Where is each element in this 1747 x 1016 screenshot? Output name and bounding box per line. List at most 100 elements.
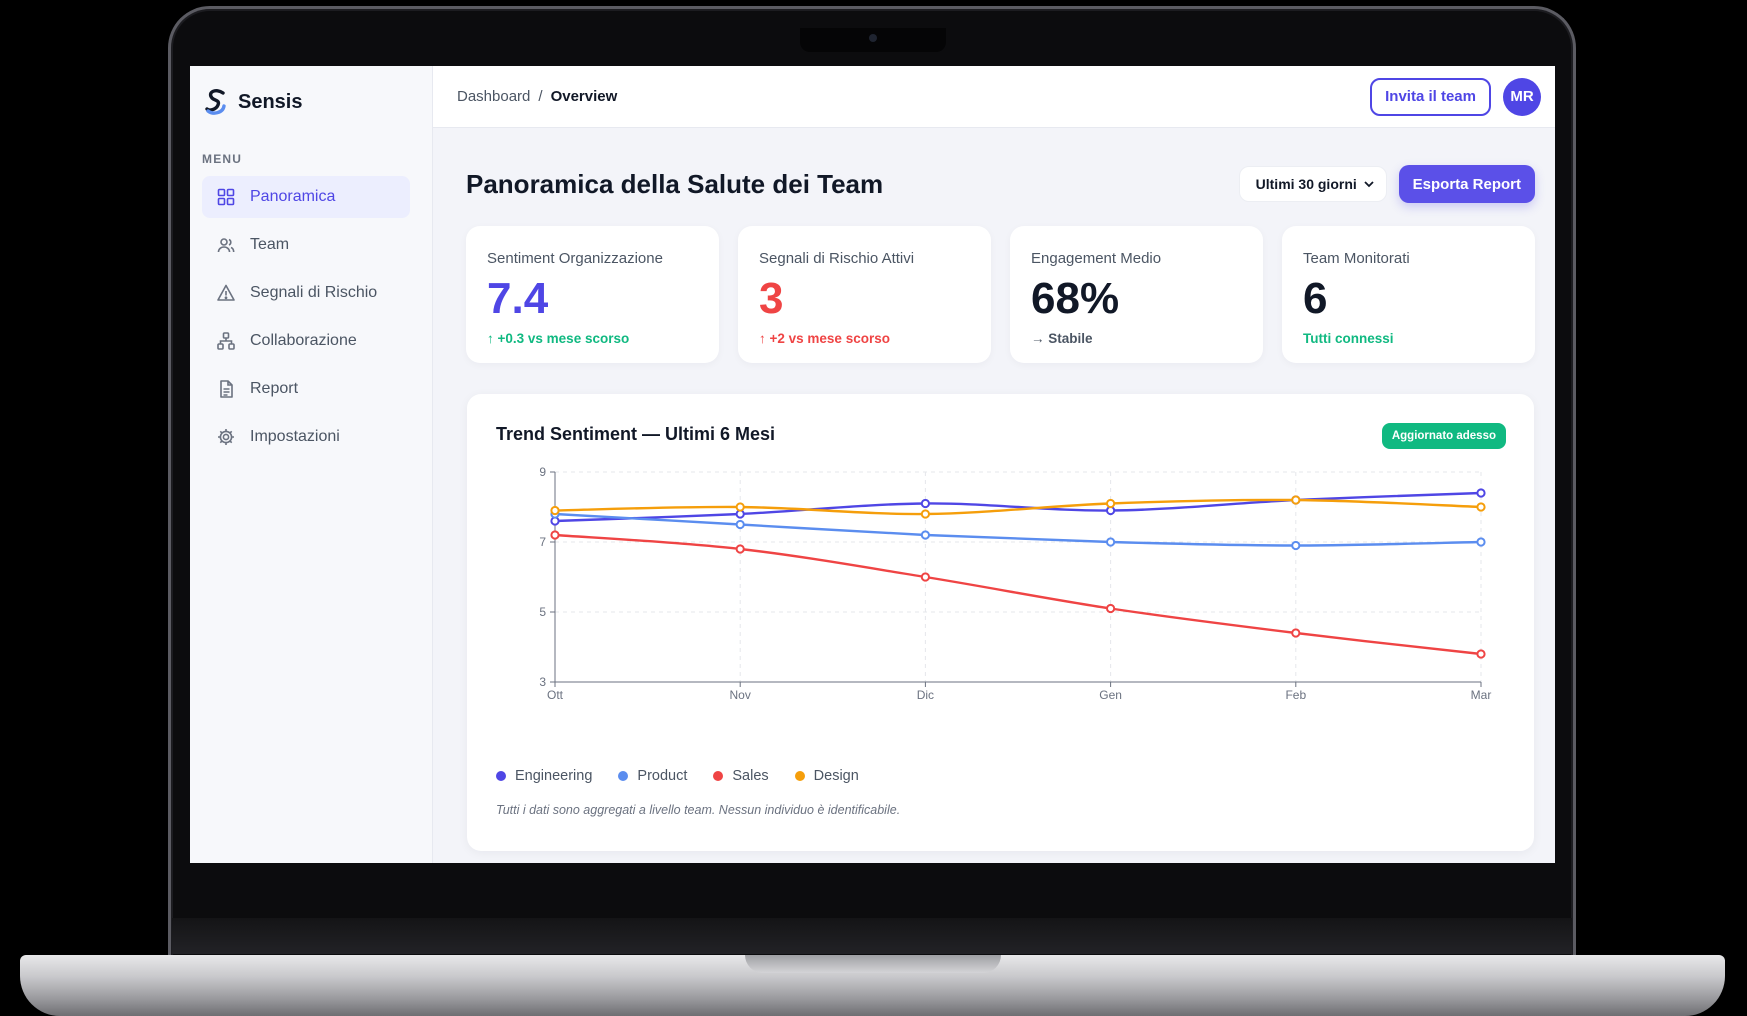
brand-name: Sensis	[238, 90, 303, 113]
legend-dot	[618, 771, 629, 781]
kpi-card-risk-signals: Segnali di Rischio Attivi 3 ↑ +2 vs mese…	[738, 226, 991, 363]
legend-item-design[interactable]: Design	[794, 768, 859, 784]
series-line-sales	[554, 533, 1482, 656]
kpi-label: Sentiment Organizzazione	[487, 250, 663, 267]
export-report-button[interactable]: Esporta Report	[1398, 165, 1535, 203]
app-screen: Sensis MENU Panoramica Team Segnali di R…	[190, 66, 1555, 863]
kpi-delta: → Stabile	[1031, 331, 1093, 346]
network-icon	[216, 331, 236, 351]
sidebar-item-panoramica[interactable]: Panoramica	[202, 176, 410, 218]
users-icon	[216, 235, 236, 255]
sidebar-item-impostazioni[interactable]: Impostazioni	[202, 416, 410, 458]
kpi-label: Team Monitorati	[1303, 250, 1410, 267]
avatar[interactable]: MR	[1503, 77, 1541, 116]
y-tick-label: 5	[539, 605, 546, 619]
data-point-sales	[735, 544, 745, 554]
data-point-sales	[1106, 603, 1116, 614]
laptop-bezel-bottom	[172, 918, 1572, 954]
data-point-design	[1291, 495, 1301, 505]
y-tick-label: 9	[539, 465, 546, 479]
kpi-value: 6	[1303, 274, 1328, 323]
sidebar-item-label: Panoramica	[250, 188, 336, 205]
data-point-sales	[1476, 649, 1486, 659]
legend-label: Product	[637, 768, 688, 784]
topbar: Dashboard / Overview Invita il team MR	[433, 66, 1555, 128]
kpi-label: Engagement Medio	[1031, 250, 1162, 267]
kpi-label: Segnali di Rischio Attivi	[759, 250, 915, 267]
legend-item-engineering[interactable]: Engineering	[496, 768, 592, 784]
x-tick-label: Gen	[1099, 688, 1122, 702]
sentiment-line-chart: 3 5 7 9 Ott Nov Dic Gen Feb Mar	[539, 465, 1492, 702]
kpi-value: 68%	[1031, 274, 1120, 323]
data-point-design	[1476, 502, 1486, 512]
data-point-product	[735, 519, 745, 530]
x-tick-label: Dic	[917, 688, 934, 702]
status-badge: Aggiornato adesso	[1381, 423, 1506, 449]
sidebar-item-segnali-di-rischio[interactable]: Segnali di Rischio	[202, 272, 410, 314]
legend-dot	[496, 771, 506, 781]
page-title: Panoramica della Salute dei Team	[466, 168, 884, 199]
x-tick-label: Feb	[1285, 688, 1306, 702]
sidebar-item-label: Collaborazione	[250, 332, 357, 349]
date-range-select[interactable]: Ultimi 30 giorni	[1238, 166, 1387, 202]
data-point-sales	[550, 530, 560, 540]
data-point-engineering	[1476, 488, 1486, 498]
grid-icon	[216, 187, 236, 207]
data-point-product	[920, 530, 930, 540]
chart-legend: Engineering Product Sales Design	[496, 768, 859, 784]
chevron-down-icon	[1364, 181, 1374, 188]
privacy-footnote: Tutti i dati sono aggregati a livello te…	[496, 803, 901, 817]
kpi-delta: Tutti connessi	[1303, 331, 1394, 346]
breadcrumb: Dashboard / Overview	[457, 88, 1370, 105]
data-point-sales	[1291, 628, 1301, 638]
y-tick-label: 3	[539, 675, 546, 689]
kpi-row: Sentiment Organizzazione 7.4 ↑ +0.3 vs m…	[433, 226, 1555, 363]
data-point-design	[1106, 498, 1116, 509]
main-content: Dashboard / Overview Invita il team MR P…	[433, 66, 1555, 863]
sidebar-item-label: Report	[250, 380, 299, 397]
legend-item-sales[interactable]: Sales	[713, 768, 769, 784]
camera-icon	[869, 34, 877, 42]
data-point-design	[550, 505, 560, 516]
kpi-delta: ↑ +2 vs mese scorso	[759, 331, 890, 346]
menu-label: MENU	[202, 152, 243, 166]
page-header: Panoramica della Salute dei Team Ultimi …	[433, 164, 1555, 204]
kpi-delta: ↑ +0.3 vs mese scorso	[487, 331, 630, 346]
data-point-product	[1106, 537, 1116, 547]
kpi-card-teams-monitored: Team Monitorati 6 Tutti connessi	[1282, 226, 1535, 363]
date-range-value: Ultimi 30 giorni	[1255, 176, 1357, 192]
document-icon	[216, 379, 236, 399]
legend-dot	[713, 771, 724, 781]
sidebar-item-collaborazione[interactable]: Collaborazione	[202, 320, 410, 362]
sensis-logo-icon	[205, 89, 226, 115]
breadcrumb-overview: Overview	[550, 88, 618, 105]
brand[interactable]: Sensis	[190, 84, 432, 120]
breadcrumb-dashboard[interactable]: Dashboard	[457, 88, 530, 105]
x-tick-label: Ott	[547, 688, 564, 702]
legend-label: Engineering	[515, 768, 593, 784]
data-point-design	[735, 502, 745, 512]
legend-item-product[interactable]: Product	[618, 768, 687, 784]
sidebar-item-label: Impostazioni	[250, 428, 340, 445]
alert-triangle-icon	[216, 283, 236, 303]
kpi-value: 3	[759, 274, 784, 323]
data-point-product	[1476, 537, 1486, 547]
kpi-value: 7.4	[487, 274, 549, 323]
sidebar: Sensis MENU Panoramica Team Segnali di R…	[190, 66, 433, 863]
kpi-card-sentiment: Sentiment Organizzazione 7.4 ↑ +0.3 vs m…	[466, 226, 719, 363]
sidebar-item-label: Segnali di Rischio	[250, 284, 378, 301]
invite-team-button[interactable]: Invita il team	[1370, 77, 1491, 116]
sidebar-item-label: Team	[250, 236, 290, 253]
sidebar-item-team[interactable]: Team	[202, 224, 410, 266]
series-line-product	[554, 512, 1482, 547]
data-point-engineering	[920, 498, 930, 509]
data-point-sales	[920, 572, 930, 582]
data-point-design	[920, 509, 930, 519]
legend-dot	[794, 771, 805, 781]
data-point-product	[1291, 540, 1301, 551]
sentiment-trend-card: Trend Sentiment — Ultimi 6 Mesi Aggiorna…	[467, 394, 1534, 851]
x-tick-label: Nov	[730, 688, 751, 702]
x-tick-label: Mar	[1471, 688, 1492, 702]
sidebar-item-report[interactable]: Report	[202, 368, 410, 410]
y-tick-label: 7	[539, 535, 546, 549]
